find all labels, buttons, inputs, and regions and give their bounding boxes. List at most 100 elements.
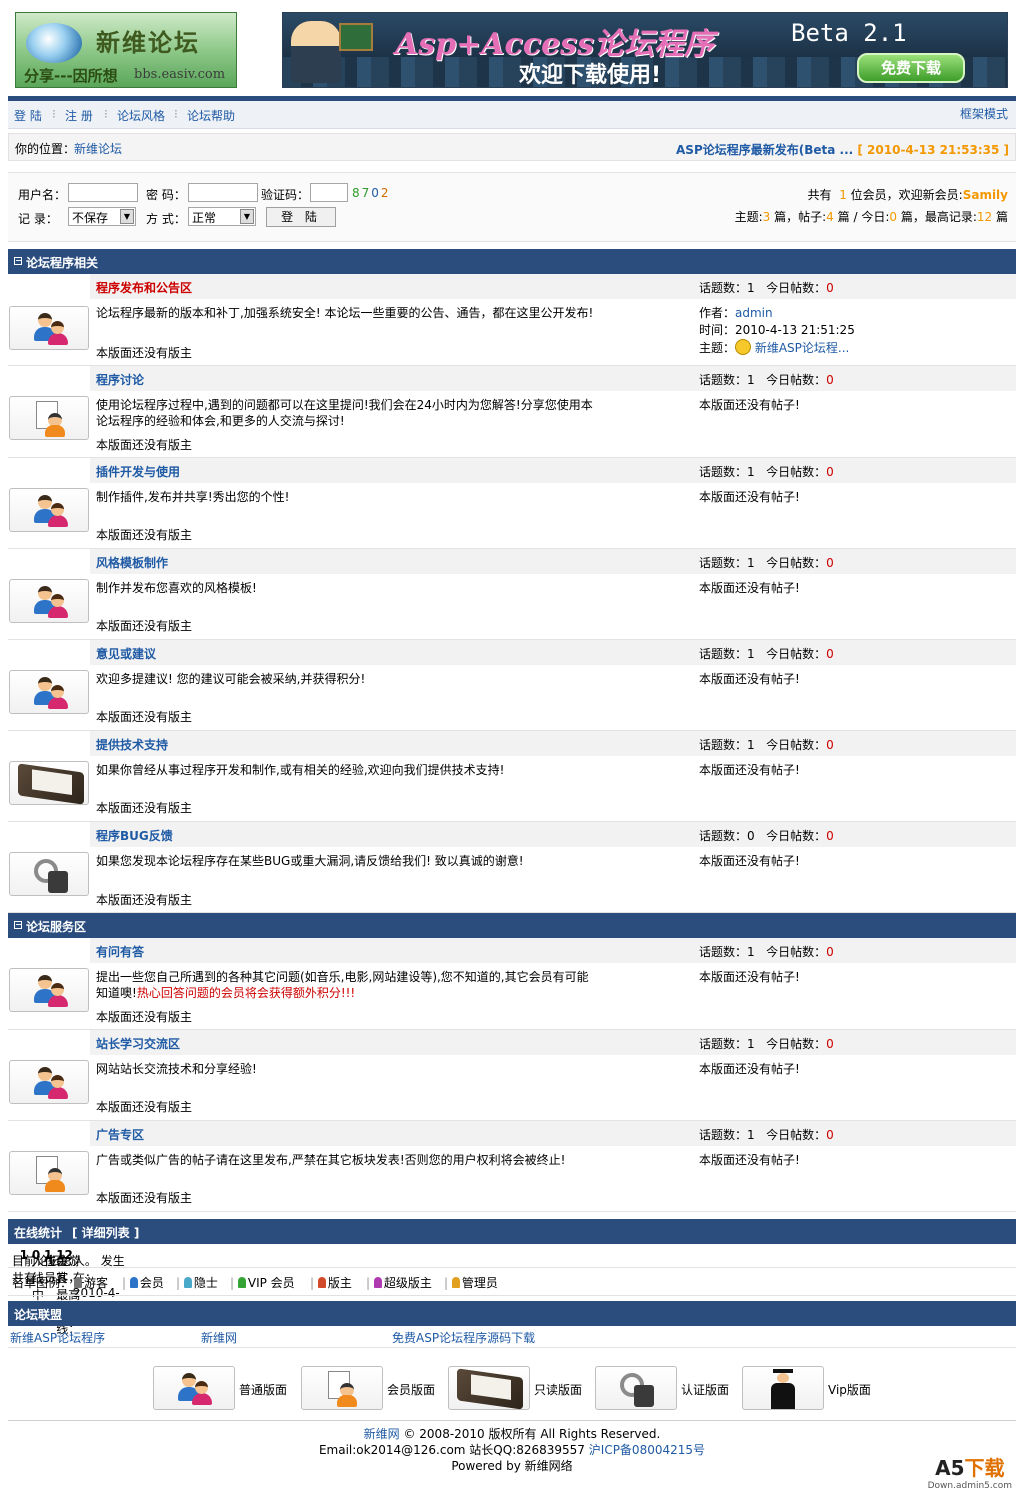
nav-register-link[interactable]: 注 册 — [65, 107, 93, 124]
alliance-header: 论坛联盟 — [8, 1301, 1016, 1326]
normal-forum-icon — [9, 579, 89, 623]
breadcrumb: 你的位置： 新维论坛 ASP论坛程序最新发布(Beta ... [ 2010-4… — [8, 133, 1016, 161]
forum-name-link[interactable]: 程序BUG反馈 — [96, 827, 173, 844]
location-label: 你的位置： — [15, 142, 76, 156]
forum-last-post: 本版面还没有帖子! — [699, 970, 800, 984]
forum-last-post: 本版面还没有帖子! — [699, 763, 800, 777]
forum-moderator: 本版面还没有版主 — [96, 346, 193, 360]
latest-news: ASP论坛程序最新发布(Beta ... [ 2010-4-13 21:53:3… — [676, 141, 1009, 158]
forum-name-link[interactable]: 风格模板制作 — [96, 554, 168, 571]
mode-label: 方 式： — [146, 212, 186, 226]
alliance-link[interactable]: 新维ASP论坛程序 — [10, 1329, 105, 1346]
graduate-icon — [742, 1366, 824, 1410]
forum-counts: 话题数：1 今日帖数：0 — [699, 556, 834, 570]
nav-separator: ⁝ — [52, 107, 56, 121]
forum-name-link[interactable]: 提供技术支持 — [96, 736, 168, 753]
username-input[interactable] — [68, 183, 138, 202]
forum-name-link[interactable]: 程序讨论 — [96, 371, 144, 388]
footer-site-link[interactable]: 新维网 — [364, 1427, 400, 1441]
latest-news-link[interactable]: ASP论坛程序最新发布(Beta ... — [676, 143, 853, 157]
last-post-link[interactable]: 新维ASP论坛程... — [755, 341, 850, 355]
breadcrumb-home-link[interactable]: 新维论坛 — [74, 140, 122, 157]
forum-name-link[interactable]: 意见或建议 — [96, 645, 156, 662]
password-input[interactable] — [188, 183, 258, 202]
online-detail-link[interactable]: [ 详细列表 ] — [72, 1224, 139, 1241]
section-title: 论坛服务区 — [26, 920, 87, 934]
super-moderator-icon — [373, 1277, 382, 1288]
forum-row: 意见或建议 欢迎多提建议! 您的建议可能会被采纳,并获得积分! 本版面还没有版主… — [8, 640, 1016, 731]
banner-subtitle: 欢迎下载使用! — [519, 63, 662, 88]
vip-icon — [237, 1277, 246, 1288]
legend-super-moderator: | 超级版主 — [366, 1276, 432, 1290]
forum-moderator: 本版面还没有版主 — [96, 1100, 193, 1114]
online-stats-header: 在线统计 [ 详细列表 ] — [8, 1219, 1016, 1244]
frame-mode-link[interactable]: 框架模式 — [960, 105, 1008, 122]
forum-row: 程序讨论 使用论坛程序过程中,遇到的问题都可以在这里提问!我们会在24小时内为您… — [8, 366, 1016, 458]
nav-separator: ⁝ — [104, 107, 108, 121]
legend-guest: 游客 — [74, 1274, 108, 1291]
forum-moderator: 本版面还没有版主 — [96, 1010, 193, 1024]
forum-name-link[interactable]: 站长学习交流区 — [96, 1035, 180, 1052]
forum-logo[interactable]: 新维论坛 分享---因所想 bbs.easiv.com — [15, 12, 237, 88]
moderator-icon — [317, 1277, 326, 1288]
banner-version: Beta 2.1 — [791, 19, 907, 47]
alliance-link[interactable]: 免费ASP论坛程序源码下载 — [392, 1329, 535, 1346]
mode-select[interactable]: 正常 ▼ — [188, 207, 256, 226]
newest-member-link[interactable]: Samily — [963, 188, 1008, 202]
nav-separator: ⁝ — [174, 107, 178, 121]
forum-name-link[interactable]: 程序发布和公告区 — [96, 279, 192, 296]
alliance-link[interactable]: 新维网 — [201, 1329, 237, 1346]
nav-login-link[interactable]: 登 陆 — [14, 107, 42, 124]
forum-description: 使用论坛程序过程中,遇到的问题都可以在这里提问!我们会在24小时内为您解答!分享… — [96, 398, 593, 428]
author-link[interactable]: admin — [735, 306, 773, 320]
forum-counts: 话题数：1 今日帖数：0 — [699, 738, 834, 752]
normal-forum-icon — [9, 306, 89, 350]
forum-last-post: 本版面还没有帖子! — [699, 581, 800, 595]
forum-description: 制作插件,发布并共享!秀出您的个性! — [96, 490, 290, 504]
forum-description: 欢迎多提建议! 您的建议可能会被采纳,并获得积分! — [96, 672, 366, 686]
forum-counts: 话题数：1 今日帖数：0 — [699, 373, 834, 387]
forum-counts: 话题数：0 今日帖数：0 — [699, 829, 834, 843]
nav-style-link[interactable]: 论坛风格 — [117, 107, 165, 124]
logo-name: 新维论坛 — [96, 28, 200, 57]
section-header[interactable]: − 论坛程序相关 — [8, 249, 1016, 274]
login-panel: 用户名： 密 码： 验证码： 8702 记 录： 不保存 ▼ 方 式： 正常 ▼ 登… — [8, 172, 1016, 242]
collapse-icon[interactable]: − — [14, 921, 22, 929]
forum-name-link[interactable]: 插件开发与使用 — [96, 463, 180, 480]
legend-moderator: | 版主 — [310, 1276, 352, 1290]
captcha-input[interactable] — [310, 183, 348, 202]
legend-hidden: | 隐士 — [176, 1276, 218, 1290]
forum-last-post: 本版面还没有帖子! — [699, 398, 800, 412]
forum-last-post: 本版面还没有帖子! — [699, 854, 800, 868]
legend-label: 名单图例： — [12, 1276, 73, 1290]
forum-name-link[interactable]: 有问有答 — [96, 943, 144, 960]
collapse-icon[interactable]: − — [14, 257, 22, 265]
legend-admin: | 管理员 — [444, 1276, 498, 1290]
remember-select[interactable]: 不保存 ▼ — [68, 207, 136, 226]
user-legend: 名单图例： 游客 | 会员 | 隐士 | VIP 会员 | 版主 | 超级版主 … — [8, 1268, 1016, 1296]
watermark-logo: A5下载 Down.admin5.com — [927, 1456, 1012, 1491]
section-header[interactable]: − 论坛服务区 — [8, 913, 1016, 938]
dropdown-arrow-icon: ▼ — [120, 209, 134, 224]
password-label: 密 码： — [146, 188, 186, 202]
nav-help-link[interactable]: 论坛帮助 — [187, 107, 235, 124]
member-forum-icon — [9, 396, 89, 440]
normal-forum-icon — [153, 1366, 235, 1410]
banner-download-button[interactable]: 免费下载 — [857, 53, 965, 83]
forum-row: 提供技术支持 如果你曾经从事过程序开发和制作,或有相关的经验,欢迎向我们提供技术… — [8, 731, 1016, 822]
forum-counts: 话题数：1 今日帖数：0 — [699, 465, 834, 479]
online-title: 在线统计 — [14, 1226, 63, 1240]
forum-last-post: 本版面还没有帖子! — [699, 1062, 800, 1076]
smiley-icon — [735, 339, 752, 355]
forum-row: 站长学习交流区 网站站长交流技术和分享经验! 本版面还没有版主 话题数：1 今日… — [8, 1030, 1016, 1121]
latest-news-time: [ 2010-4-13 21:53:35 ] — [857, 143, 1009, 157]
icp-link[interactable]: 沪ICP备08004215号 — [589, 1443, 705, 1457]
forum-description: 如果您发现本论坛程序存在某些BUG或重大漏洞,请反馈给我们! 致以真诚的谢意! — [96, 854, 524, 868]
forum-row: 有问有答 提出一些您自己所遇到的各种其它问题(如音乐,电影,网站建设等),您不知… — [8, 938, 1016, 1030]
forum-name-link[interactable]: 广告专区 — [96, 1126, 144, 1143]
username-label: 用户名： — [18, 188, 67, 202]
banner-ad[interactable]: Asp+Access论坛程序 欢迎下载使用! Beta 2.1 免费下载 — [282, 12, 1008, 88]
captcha-label: 验证码： — [261, 188, 310, 202]
login-button[interactable]: 登 陆 — [266, 207, 336, 227]
forum-moderator: 本版面还没有版主 — [96, 801, 193, 815]
